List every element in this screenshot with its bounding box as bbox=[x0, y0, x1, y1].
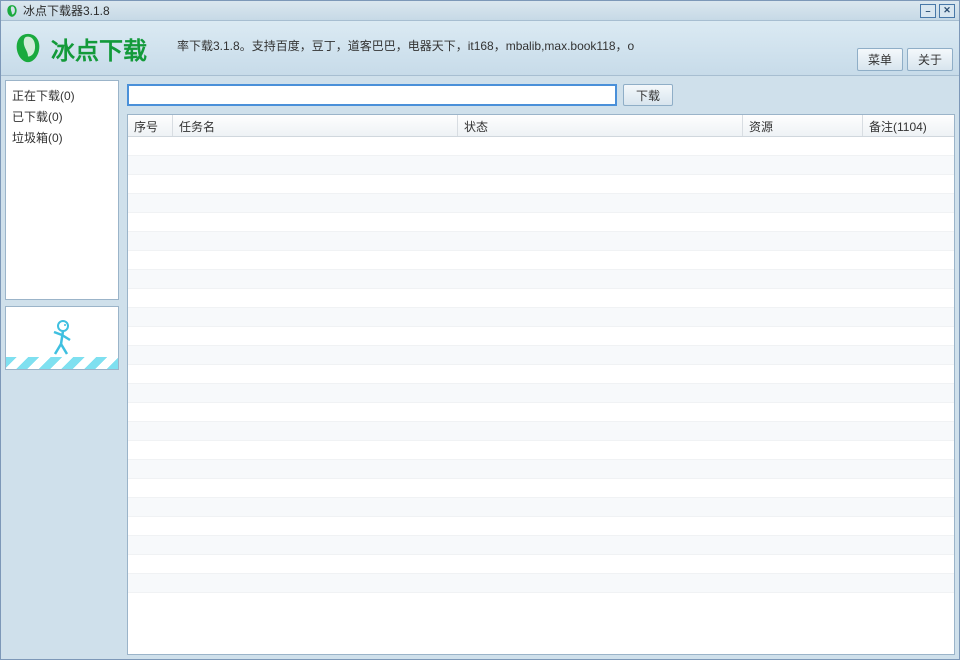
table-row bbox=[128, 251, 954, 270]
table-row bbox=[128, 213, 954, 232]
table-row bbox=[128, 517, 954, 536]
task-table: 序号 任务名 状态 资源 备注(1104) bbox=[127, 114, 955, 655]
table-row bbox=[128, 555, 954, 574]
table-row bbox=[128, 422, 954, 441]
table-row bbox=[128, 270, 954, 289]
url-row: 下载 bbox=[123, 80, 955, 114]
url-input[interactable] bbox=[127, 84, 617, 106]
logo-icon bbox=[11, 31, 45, 65]
col-seq[interactable]: 序号 bbox=[128, 115, 173, 136]
table-row bbox=[128, 574, 954, 593]
table-row bbox=[128, 384, 954, 403]
sidebar-list: 正在下载(0) 已下载(0) 垃圾箱(0) bbox=[5, 80, 119, 300]
app-window: 冰点下载器3.1.8 – ✕ 冰点下载 率下载3.1.8。支持百度，豆丁，道客巴… bbox=[0, 0, 960, 660]
table-row bbox=[128, 156, 954, 175]
table-body[interactable] bbox=[128, 137, 954, 654]
table-row bbox=[128, 346, 954, 365]
titlebar: 冰点下载器3.1.8 – ✕ bbox=[1, 1, 959, 21]
table-header: 序号 任务名 状态 资源 备注(1104) bbox=[128, 115, 954, 137]
stickman-icon bbox=[47, 318, 77, 358]
menu-button[interactable]: 菜单 bbox=[857, 48, 903, 71]
sidebar-ad bbox=[5, 306, 119, 370]
table-row bbox=[128, 194, 954, 213]
header: 冰点下载 率下载3.1.8。支持百度，豆丁，道客巴巴，电器天下，it168，mb… bbox=[1, 21, 959, 76]
col-status[interactable]: 状态 bbox=[458, 115, 743, 136]
sidebar-item-trash[interactable]: 垃圾箱(0) bbox=[12, 127, 112, 148]
header-info-text: 率下载3.1.8。支持百度，豆丁，道客巴巴，电器天下，it168，mbalib,… bbox=[177, 37, 634, 54]
body: 正在下载(0) 已下载(0) 垃圾箱(0) 下载 bbox=[1, 76, 959, 659]
titlebar-buttons: – ✕ bbox=[920, 4, 955, 18]
table-row bbox=[128, 460, 954, 479]
table-row bbox=[128, 289, 954, 308]
sidebar-item-downloading[interactable]: 正在下载(0) bbox=[12, 85, 112, 106]
table-row bbox=[128, 327, 954, 346]
titlebar-title: 冰点下载器3.1.8 bbox=[23, 2, 920, 19]
col-name[interactable]: 任务名 bbox=[173, 115, 458, 136]
col-resource[interactable]: 资源 bbox=[743, 115, 863, 136]
table-row bbox=[128, 403, 954, 422]
about-button[interactable]: 关于 bbox=[907, 48, 953, 71]
table-row bbox=[128, 498, 954, 517]
close-button[interactable]: ✕ bbox=[939, 4, 955, 18]
table-row bbox=[128, 479, 954, 498]
sidebar-item-downloaded[interactable]: 已下载(0) bbox=[12, 106, 112, 127]
table-row bbox=[128, 308, 954, 327]
table-row bbox=[128, 232, 954, 251]
table-row bbox=[128, 536, 954, 555]
stripes-decor bbox=[6, 357, 118, 369]
table-row bbox=[128, 175, 954, 194]
logo-section: 冰点下载 bbox=[11, 31, 147, 66]
col-note[interactable]: 备注(1104) bbox=[863, 115, 954, 136]
minimize-button[interactable]: – bbox=[920, 4, 936, 18]
main: 下载 序号 任务名 状态 资源 备注(1104) bbox=[123, 76, 959, 659]
sidebar: 正在下载(0) 已下载(0) 垃圾箱(0) bbox=[1, 76, 123, 659]
table-row bbox=[128, 365, 954, 384]
download-button[interactable]: 下载 bbox=[623, 84, 673, 106]
table-row bbox=[128, 137, 954, 156]
header-buttons: 菜单 关于 bbox=[857, 48, 953, 71]
logo-text: 冰点下载 bbox=[51, 31, 147, 66]
table-row bbox=[128, 441, 954, 460]
app-icon bbox=[5, 4, 19, 18]
